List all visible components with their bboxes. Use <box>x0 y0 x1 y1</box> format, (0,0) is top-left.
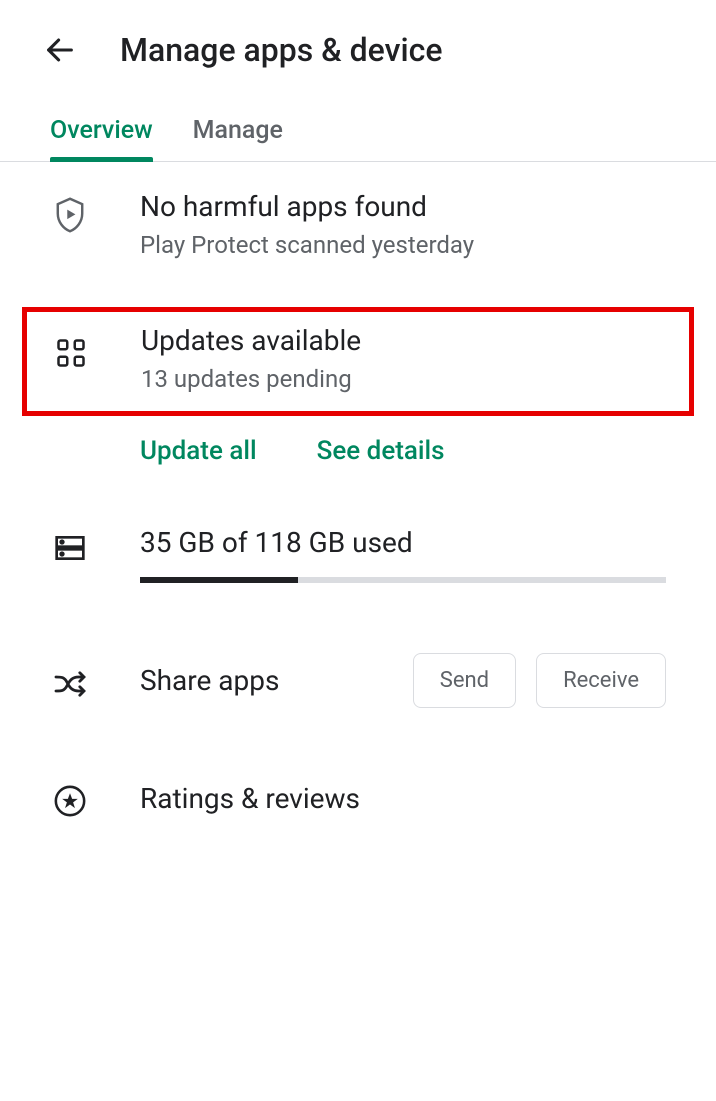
tabs: Overview Manage <box>0 100 716 162</box>
tab-overview[interactable]: Overview <box>50 100 153 161</box>
header: Manage apps & device <box>0 0 716 100</box>
content: No harmful apps found Play Protect scann… <box>0 162 716 848</box>
shuffle-icon <box>53 670 87 698</box>
protect-subtitle: Play Protect scanned yesterday <box>140 231 666 259</box>
arrow-left-icon <box>43 33 77 67</box>
storage-row[interactable]: 35 GB of 118 GB used <box>0 486 716 613</box>
storage-progress-fill <box>140 577 298 583</box>
receive-button[interactable]: Receive <box>536 653 666 708</box>
apps-grid-icon <box>56 338 86 368</box>
updates-title: Updates available <box>141 324 665 357</box>
see-details-button[interactable]: See details <box>317 436 445 466</box>
updates-actions: Update all See details <box>0 426 716 486</box>
ratings-title: Ratings & reviews <box>140 782 360 815</box>
back-button[interactable] <box>40 30 80 70</box>
storage-title: 35 GB of 118 GB used <box>140 526 666 559</box>
protect-title: No harmful apps found <box>140 190 666 223</box>
play-protect-row[interactable]: No harmful apps found Play Protect scann… <box>0 162 716 287</box>
page-title: Manage apps & device <box>120 31 442 69</box>
storage-icon <box>54 532 86 564</box>
update-all-button[interactable]: Update all <box>140 436 257 466</box>
share-title: Share apps <box>140 664 363 697</box>
updates-subtitle: 13 updates pending <box>141 365 665 393</box>
tab-manage[interactable]: Manage <box>193 100 283 161</box>
share-apps-row: Share apps Send Receive <box>0 613 716 738</box>
updates-row-highlight: Updates available 13 updates pending <box>22 307 694 416</box>
shield-play-icon <box>53 196 87 234</box>
ratings-row[interactable]: Ratings & reviews <box>0 738 716 848</box>
updates-row[interactable]: Updates available 13 updates pending <box>141 324 665 393</box>
send-button[interactable]: Send <box>413 653 516 708</box>
storage-progress <box>140 577 666 583</box>
star-circle-icon <box>53 784 87 818</box>
